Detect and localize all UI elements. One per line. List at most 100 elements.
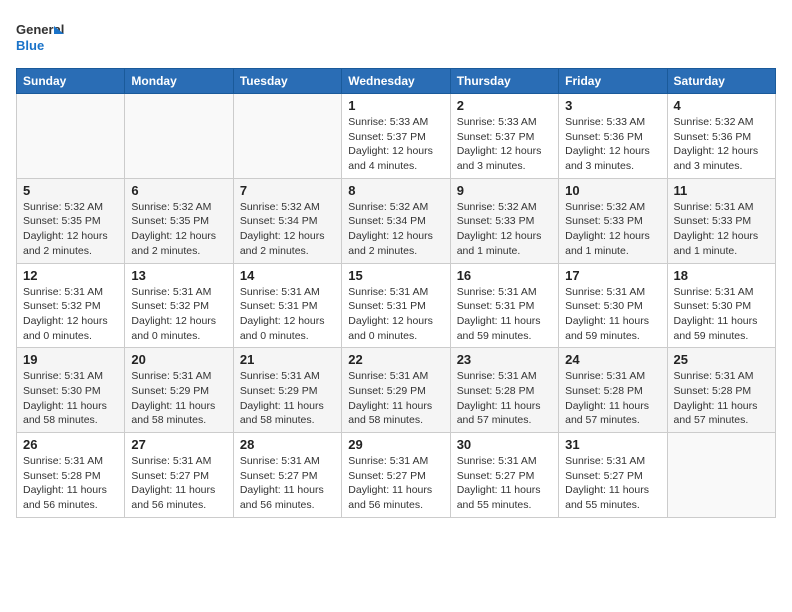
weekday-header-monday: Monday — [125, 69, 233, 94]
cell-info-text: Sunrise: 5:31 AM Sunset: 5:27 PM Dayligh… — [457, 454, 552, 513]
calendar-week-2: 5 Sunrise: 5:32 AM Sunset: 5:35 PM Daylig… — [17, 178, 776, 263]
calendar-cell: 8 Sunrise: 5:32 AM Sunset: 5:34 PM Daylig… — [342, 178, 450, 263]
cell-info-text: Sunrise: 5:31 AM Sunset: 5:27 PM Dayligh… — [348, 454, 443, 513]
calendar-header: SundayMondayTuesdayWednesdayThursdayFrid… — [17, 69, 776, 94]
calendar-cell: 24 Sunrise: 5:31 AM Sunset: 5:28 PM Dayli… — [559, 348, 667, 433]
cell-date-number: 20 — [131, 352, 226, 367]
cell-date-number: 27 — [131, 437, 226, 452]
calendar-week-3: 12 Sunrise: 5:31 AM Sunset: 5:32 PM Dayli… — [17, 263, 776, 348]
weekday-header-saturday: Saturday — [667, 69, 775, 94]
cell-info-text: Sunrise: 5:31 AM Sunset: 5:32 PM Dayligh… — [23, 285, 118, 344]
calendar-cell: 10 Sunrise: 5:32 AM Sunset: 5:33 PM Dayli… — [559, 178, 667, 263]
calendar-cell — [233, 94, 341, 179]
cell-date-number: 15 — [348, 268, 443, 283]
logo-svg: GeneralBlue — [16, 16, 66, 56]
cell-date-number: 18 — [674, 268, 769, 283]
cell-info-text: Sunrise: 5:31 AM Sunset: 5:28 PM Dayligh… — [565, 369, 660, 428]
cell-info-text: Sunrise: 5:33 AM Sunset: 5:37 PM Dayligh… — [457, 115, 552, 174]
calendar-cell: 21 Sunrise: 5:31 AM Sunset: 5:29 PM Dayli… — [233, 348, 341, 433]
calendar-cell: 30 Sunrise: 5:31 AM Sunset: 5:27 PM Dayli… — [450, 433, 558, 518]
cell-date-number: 26 — [23, 437, 118, 452]
cell-info-text: Sunrise: 5:32 AM Sunset: 5:35 PM Dayligh… — [23, 200, 118, 259]
cell-date-number: 1 — [348, 98, 443, 113]
calendar-cell: 3 Sunrise: 5:33 AM Sunset: 5:36 PM Daylig… — [559, 94, 667, 179]
cell-date-number: 13 — [131, 268, 226, 283]
weekday-header-friday: Friday — [559, 69, 667, 94]
logo: GeneralBlue — [16, 16, 66, 56]
weekday-header-tuesday: Tuesday — [233, 69, 341, 94]
calendar-cell: 4Sunrise: 5:32 AM Sunset: 5:36 PM Daylig… — [667, 94, 775, 179]
cell-date-number: 10 — [565, 183, 660, 198]
weekday-header-thursday: Thursday — [450, 69, 558, 94]
calendar-cell — [17, 94, 125, 179]
cell-date-number: 25 — [674, 352, 769, 367]
calendar-cell: 12 Sunrise: 5:31 AM Sunset: 5:32 PM Dayli… — [17, 263, 125, 348]
cell-info-text: Sunrise: 5:31 AM Sunset: 5:27 PM Dayligh… — [240, 454, 335, 513]
calendar-cell: 1 Sunrise: 5:33 AM Sunset: 5:37 PM Daylig… — [342, 94, 450, 179]
cell-info-text: Sunrise: 5:31 AM Sunset: 5:29 PM Dayligh… — [240, 369, 335, 428]
calendar-cell: 15 Sunrise: 5:31 AM Sunset: 5:31 PM Dayli… — [342, 263, 450, 348]
cell-date-number: 9 — [457, 183, 552, 198]
cell-date-number: 16 — [457, 268, 552, 283]
cell-date-number: 14 — [240, 268, 335, 283]
page-header: GeneralBlue — [16, 16, 776, 56]
calendar-cell: 6 Sunrise: 5:32 AM Sunset: 5:35 PM Daylig… — [125, 178, 233, 263]
cell-date-number: 12 — [23, 268, 118, 283]
cell-info-text: Sunrise: 5:31 AM Sunset: 5:29 PM Dayligh… — [348, 369, 443, 428]
calendar-cell: 23Sunrise: 5:31 AM Sunset: 5:28 PM Dayli… — [450, 348, 558, 433]
calendar-cell: 7 Sunrise: 5:32 AM Sunset: 5:34 PM Daylig… — [233, 178, 341, 263]
cell-info-text: Sunrise: 5:31 AM Sunset: 5:27 PM Dayligh… — [131, 454, 226, 513]
cell-info-text: Sunrise: 5:31 AM Sunset: 5:30 PM Dayligh… — [674, 285, 769, 344]
cell-info-text: Sunrise: 5:31 AM Sunset: 5:31 PM Dayligh… — [240, 285, 335, 344]
cell-info-text: Sunrise: 5:31 AM Sunset: 5:31 PM Dayligh… — [348, 285, 443, 344]
cell-info-text: Sunrise: 5:31 AM Sunset: 5:27 PM Dayligh… — [565, 454, 660, 513]
cell-info-text: Sunrise: 5:33 AM Sunset: 5:36 PM Dayligh… — [565, 115, 660, 174]
cell-date-number: 7 — [240, 183, 335, 198]
weekday-header-wednesday: Wednesday — [342, 69, 450, 94]
cell-date-number: 6 — [131, 183, 226, 198]
calendar-cell: 20 Sunrise: 5:31 AM Sunset: 5:29 PM Dayli… — [125, 348, 233, 433]
calendar-cell: 27 Sunrise: 5:31 AM Sunset: 5:27 PM Dayli… — [125, 433, 233, 518]
cell-info-text: Sunrise: 5:32 AM Sunset: 5:34 PM Dayligh… — [240, 200, 335, 259]
calendar-body: 1 Sunrise: 5:33 AM Sunset: 5:37 PM Daylig… — [17, 94, 776, 518]
cell-date-number: 17 — [565, 268, 660, 283]
cell-date-number: 5 — [23, 183, 118, 198]
cell-info-text: Sunrise: 5:32 AM Sunset: 5:33 PM Dayligh… — [457, 200, 552, 259]
cell-info-text: Sunrise: 5:31 AM Sunset: 5:28 PM Dayligh… — [674, 369, 769, 428]
cell-date-number: 3 — [565, 98, 660, 113]
cell-info-text: Sunrise: 5:33 AM Sunset: 5:37 PM Dayligh… — [348, 115, 443, 174]
cell-date-number: 21 — [240, 352, 335, 367]
calendar-cell — [667, 433, 775, 518]
calendar-week-1: 1 Sunrise: 5:33 AM Sunset: 5:37 PM Daylig… — [17, 94, 776, 179]
cell-date-number: 19 — [23, 352, 118, 367]
cell-info-text: Sunrise: 5:32 AM Sunset: 5:34 PM Dayligh… — [348, 200, 443, 259]
cell-date-number: 4 — [674, 98, 769, 113]
cell-date-number: 23 — [457, 352, 552, 367]
cell-info-text: Sunrise: 5:32 AM Sunset: 5:35 PM Dayligh… — [131, 200, 226, 259]
cell-info-text: Sunrise: 5:32 AM Sunset: 5:33 PM Dayligh… — [565, 200, 660, 259]
cell-date-number: 30 — [457, 437, 552, 452]
calendar-cell: 25 Sunrise: 5:31 AM Sunset: 5:28 PM Dayli… — [667, 348, 775, 433]
calendar-cell: 19 Sunrise: 5:31 AM Sunset: 5:30 PM Dayli… — [17, 348, 125, 433]
cell-date-number: 29 — [348, 437, 443, 452]
cell-date-number: 24 — [565, 352, 660, 367]
calendar-cell: 26 Sunrise: 5:31 AM Sunset: 5:28 PM Dayli… — [17, 433, 125, 518]
cell-date-number: 11 — [674, 183, 769, 198]
cell-info-text: Sunrise: 5:31 AM Sunset: 5:31 PM Dayligh… — [457, 285, 552, 344]
weekday-header-sunday: Sunday — [17, 69, 125, 94]
cell-info-text: Sunrise: 5:31 AM Sunset: 5:30 PM Dayligh… — [23, 369, 118, 428]
cell-info-text: Sunrise: 5:31 AM Sunset: 5:28 PM Dayligh… — [23, 454, 118, 513]
cell-date-number: 8 — [348, 183, 443, 198]
cell-info-text: Sunrise: 5:31 AM Sunset: 5:29 PM Dayligh… — [131, 369, 226, 428]
calendar-table: SundayMondayTuesdayWednesdayThursdayFrid… — [16, 68, 776, 518]
calendar-cell — [125, 94, 233, 179]
calendar-cell: 28Sunrise: 5:31 AM Sunset: 5:27 PM Dayli… — [233, 433, 341, 518]
calendar-cell: 31 Sunrise: 5:31 AM Sunset: 5:27 PM Dayli… — [559, 433, 667, 518]
calendar-cell: 13Sunrise: 5:31 AM Sunset: 5:32 PM Dayli… — [125, 263, 233, 348]
cell-date-number: 31 — [565, 437, 660, 452]
calendar-cell: 29 Sunrise: 5:31 AM Sunset: 5:27 PM Dayli… — [342, 433, 450, 518]
calendar-cell: 5 Sunrise: 5:32 AM Sunset: 5:35 PM Daylig… — [17, 178, 125, 263]
calendar-cell: 14 Sunrise: 5:31 AM Sunset: 5:31 PM Dayli… — [233, 263, 341, 348]
calendar-cell: 2Sunrise: 5:33 AM Sunset: 5:37 PM Daylig… — [450, 94, 558, 179]
calendar-week-4: 19 Sunrise: 5:31 AM Sunset: 5:30 PM Dayli… — [17, 348, 776, 433]
